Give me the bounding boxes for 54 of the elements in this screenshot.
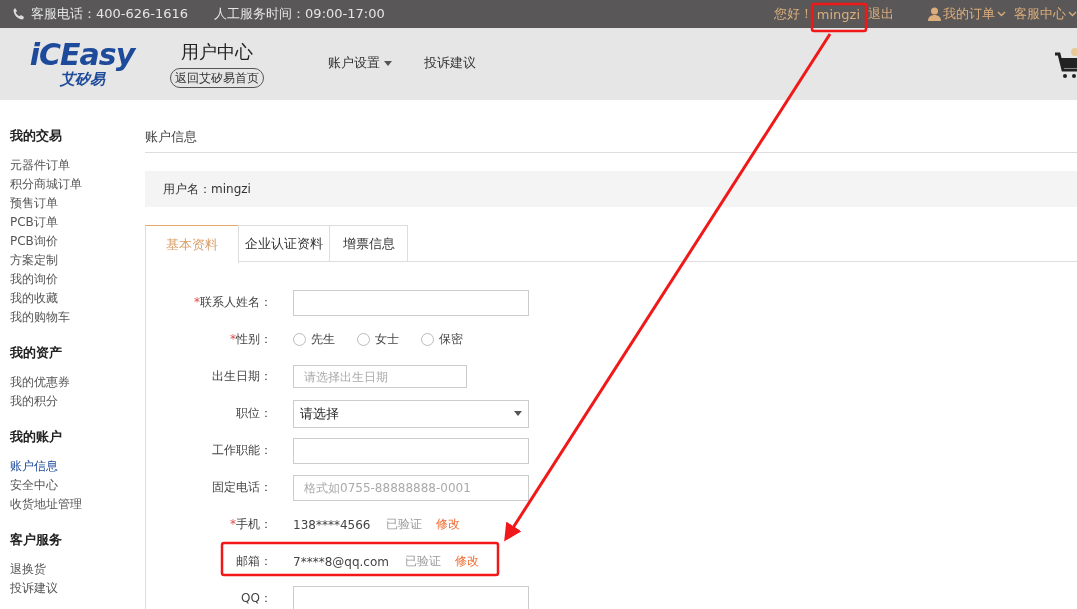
logo-text[interactable]: iCEasy — [29, 40, 135, 70]
tab[interactable]: 增票信息 — [329, 225, 408, 261]
sidebar-link[interactable]: PCB询价 — [10, 232, 145, 251]
sidebar-link[interactable]: 退换货 — [10, 560, 145, 579]
text-input[interactable]: 格式如0755-88888888-0001 — [293, 474, 529, 501]
nav-link[interactable]: 账户设置 — [328, 54, 392, 72]
verified-status: 已验证 — [404, 553, 441, 570]
service-center-link[interactable]: 客服中心 — [1014, 5, 1066, 23]
logo-subtitle: 艾矽易 — [59, 70, 105, 88]
field-label: 邮箱： — [235, 553, 272, 570]
sidebar-link[interactable]: 元器件订单 — [10, 156, 145, 175]
field-label: 职位： — [235, 405, 272, 422]
sidebar-heading: 我的交易 — [10, 128, 63, 144]
my-orders-link[interactable]: 我的订单 — [943, 5, 995, 23]
field-label: *手机： — [229, 516, 272, 533]
radio-label: 保密 — [439, 331, 463, 348]
service-hours-text: 人工服务时间：09:00-17:00 — [214, 5, 385, 23]
username-link[interactable]: mingzi — [816, 6, 860, 22]
sidebar-link[interactable]: 我的优惠券 — [10, 373, 145, 392]
verified-status: 已验证 — [386, 516, 423, 533]
radio-label: 先生 — [311, 331, 335, 348]
sidebar-heading: 客户服务 — [10, 532, 63, 548]
sidebar-link[interactable]: 投诉建议 — [10, 579, 145, 598]
username-text: 用户名：mingzi — [163, 180, 251, 198]
sidebar-link[interactable]: 安全中心 — [10, 476, 145, 495]
field-label: 固定电话： — [211, 479, 272, 496]
page-heading: 用户中心 — [181, 40, 253, 64]
field-value: 138****4566 — [293, 517, 371, 532]
field-label: *性别： — [229, 331, 272, 348]
radio-label: 女士 — [375, 331, 399, 348]
sidebar-link[interactable]: 我的购物车 — [10, 308, 145, 327]
sidebar-heading: 我的账户 — [10, 429, 63, 445]
sidebar-link[interactable]: 账户信息 — [10, 457, 145, 476]
field-label: QQ： — [240, 590, 272, 607]
field-label: 工作职能： — [211, 442, 272, 459]
sidebar-link[interactable]: 我的询价 — [10, 270, 145, 289]
sidebar-link[interactable]: 预售订单 — [10, 194, 145, 213]
nav-link[interactable]: 投诉建议 — [424, 54, 476, 72]
sidebar-heading: 我的资产 — [10, 345, 63, 361]
sidebar-link[interactable]: 我的收藏 — [10, 289, 145, 308]
sidebar-link[interactable]: 方案定制 — [10, 251, 145, 270]
section-title: 账户信息 — [145, 128, 1077, 153]
sidebar-link[interactable]: 收货地址管理 — [10, 495, 145, 514]
hotline-text: 客服电话：400-626-1616 — [31, 5, 189, 23]
select-dropdown[interactable]: 请选择 — [293, 399, 529, 428]
field-value: 7****8@qq.com — [293, 554, 389, 569]
field-label: 出生日期： — [211, 368, 272, 385]
greeting-text: 您好！ — [773, 5, 813, 23]
sidebar-link[interactable]: 我的积分 — [10, 392, 145, 411]
sidebar-link[interactable]: 积分商城订单 — [10, 175, 145, 194]
logout-link[interactable]: 退出 — [868, 5, 894, 23]
date-input[interactable]: 请选择出生日期 — [293, 365, 467, 388]
sidebar-link[interactable]: PCB订单 — [10, 213, 145, 232]
field-label: *联系人姓名： — [193, 294, 272, 311]
